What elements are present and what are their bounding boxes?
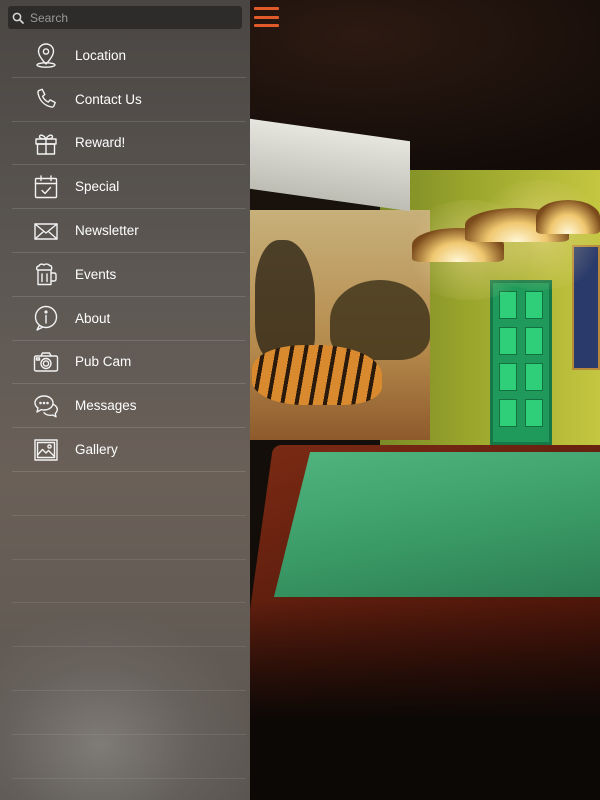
menu-item-reward[interactable]: Reward!	[12, 122, 246, 166]
search-bar	[8, 6, 242, 29]
menu-item-label: Contact Us	[75, 91, 142, 107]
hamburger-menu-icon[interactable]	[254, 7, 279, 27]
menu-empty-row	[12, 603, 246, 648]
menu-item-label: About	[75, 310, 111, 326]
menu-item-messages[interactable]: Messages	[12, 384, 246, 429]
menu-empty-row	[12, 691, 246, 735]
menu-item-gallery[interactable]: Gallery	[12, 428, 246, 472]
envelope-icon	[26, 216, 66, 246]
menu-empty-row	[12, 516, 246, 560]
menu-item-label: Reward!	[75, 135, 126, 151]
beer-mug-icon	[26, 259, 66, 289]
info-icon	[26, 303, 66, 333]
menu-item-events[interactable]: Events	[12, 253, 246, 297]
menu-item-label: Events	[75, 266, 117, 282]
menu-item-label: Special	[75, 179, 120, 195]
menu-empty-row	[12, 647, 246, 691]
picture-icon	[26, 435, 66, 465]
calendar-check-icon	[26, 172, 66, 202]
menu-item-label: Gallery	[75, 442, 118, 458]
location-pin-icon	[26, 40, 66, 70]
side-menu: Location Contact Us Reward! Special News	[0, 0, 250, 800]
menu-item-location[interactable]: Location	[12, 34, 246, 78]
menu-item-special[interactable]: Special	[12, 165, 246, 210]
chat-bubbles-icon	[26, 391, 66, 421]
search-input[interactable]	[28, 6, 242, 29]
menu-item-pub-cam[interactable]: Pub Cam	[12, 341, 246, 385]
menu-item-about[interactable]: About	[12, 297, 246, 341]
menu-empty-row	[12, 560, 246, 604]
menu-item-newsletter[interactable]: Newsletter	[12, 209, 246, 253]
menu-item-label: Location	[75, 47, 127, 63]
menu-empty-row	[12, 735, 246, 779]
menu-empty-row	[12, 472, 246, 516]
menu-item-label: Pub Cam	[75, 354, 132, 370]
camera-icon	[26, 347, 66, 377]
phone-icon	[26, 84, 66, 114]
menu-item-contact-us[interactable]: Contact Us	[12, 78, 246, 122]
menu-item-label: Newsletter	[75, 223, 139, 239]
search-icon	[8, 6, 28, 29]
menu-item-label: Messages	[75, 398, 137, 414]
gift-icon	[26, 128, 66, 158]
menu-list: Location Contact Us Reward! Special News	[0, 34, 250, 779]
